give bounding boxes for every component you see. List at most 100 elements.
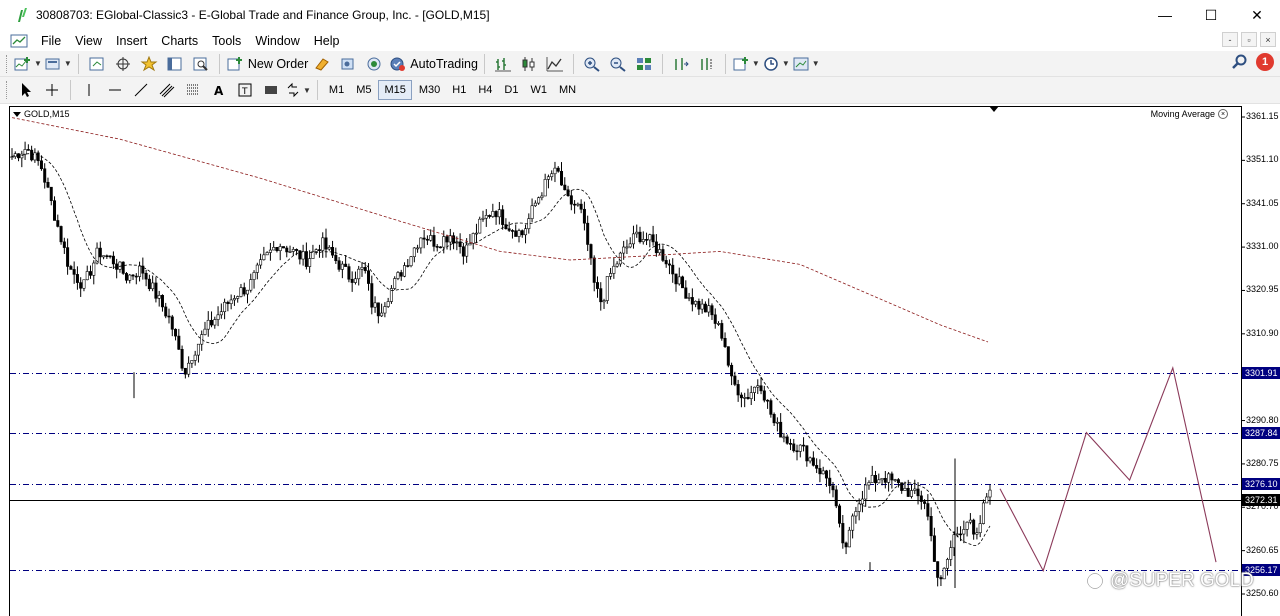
- menu-file[interactable]: File: [34, 34, 68, 48]
- mdi-minimize-button[interactable]: -: [1222, 32, 1238, 47]
- horizontal-line-icon[interactable]: [103, 79, 127, 101]
- zoom-in-icon[interactable]: [580, 53, 604, 75]
- text-icon[interactable]: A: [207, 79, 231, 101]
- close-button[interactable]: ✕: [1234, 0, 1280, 30]
- auto-scroll-icon[interactable]: [669, 53, 693, 75]
- price-tick-label: 3280.75: [1246, 457, 1279, 468]
- mdi-close-button[interactable]: ×: [1260, 32, 1276, 47]
- signals-icon[interactable]: [336, 53, 360, 75]
- line-studies-toolbar: A T ▼ M1 M5 M15 M30 H1 H4 D1 W1 MN: [0, 77, 1280, 104]
- timeframe-m15[interactable]: M15: [378, 80, 412, 100]
- periods-button[interactable]: ▼: [762, 53, 790, 75]
- watermark-logo-icon: [1086, 572, 1104, 590]
- level-price-tag: 3301.91: [1242, 366, 1280, 379]
- chevron-down-icon[interactable]: ▼: [303, 86, 311, 95]
- chart-window[interactable]: GOLD,M15 Moving Average × 3361.15 3351.10…: [0, 104, 1280, 616]
- minimize-button[interactable]: —: [1142, 0, 1188, 30]
- price-tick-label: 3351.10: [1246, 154, 1279, 165]
- trendline-icon[interactable]: [129, 79, 153, 101]
- autotrading-label: AutoTrading: [410, 56, 478, 71]
- chevron-down-icon[interactable]: ▼: [752, 59, 760, 68]
- new-order-button[interactable]: New Order: [226, 53, 308, 75]
- price-tick-label: 3260.65: [1246, 544, 1279, 555]
- level-price-tag: 3287.84: [1242, 427, 1280, 440]
- zoom-out-icon[interactable]: [606, 53, 630, 75]
- market-watch-button[interactable]: [85, 53, 109, 75]
- toolbar-grip[interactable]: [6, 54, 9, 73]
- timeframe-mn[interactable]: MN: [554, 80, 581, 100]
- vertical-line-icon[interactable]: [77, 79, 101, 101]
- menu-insert[interactable]: Insert: [109, 34, 154, 48]
- chevron-down-icon[interactable]: ▼: [782, 59, 790, 68]
- equidistant-channel-icon[interactable]: [155, 79, 179, 101]
- timeframe-w1[interactable]: W1: [525, 80, 552, 100]
- chart-window-icon[interactable]: [10, 33, 28, 49]
- crosshair-icon[interactable]: [40, 79, 64, 101]
- price-tick-label: 3331.00: [1246, 241, 1279, 252]
- toolbar-separator: [70, 80, 71, 100]
- toolbar-grip[interactable]: [6, 81, 9, 99]
- chevron-down-icon[interactable]: ▼: [34, 59, 42, 68]
- rectangle-shape-icon[interactable]: [259, 79, 283, 101]
- menu-window[interactable]: Window: [248, 34, 306, 48]
- notification-badge[interactable]: 1: [1256, 53, 1274, 71]
- bar-chart-icon[interactable]: [491, 53, 515, 75]
- navigator-star-icon[interactable]: [137, 53, 161, 75]
- timeframe-h4[interactable]: H4: [473, 80, 497, 100]
- maximize-button[interactable]: ☐: [1188, 0, 1234, 30]
- chart-symbol-label: GOLD,M15: [24, 109, 70, 119]
- market-radar-icon[interactable]: [362, 53, 386, 75]
- fibonacci-retracement-icon[interactable]: [181, 79, 205, 101]
- toolbar-separator: [316, 80, 318, 100]
- window-title: 30808703: EGlobal-Classic3 - E-Global Tr…: [36, 8, 490, 22]
- metatrader-logo-icon: [18, 8, 27, 22]
- toolbar-separator: [572, 53, 574, 74]
- chart-border: [9, 106, 1242, 616]
- toolbar-separator: [218, 53, 220, 74]
- menu-charts[interactable]: Charts: [154, 34, 205, 48]
- timeframe-d1[interactable]: D1: [499, 80, 523, 100]
- metaeditor-icon[interactable]: [310, 53, 334, 75]
- timeframe-m1[interactable]: M1: [324, 80, 349, 100]
- current-price-tag: 3272.31: [1242, 494, 1280, 507]
- svg-text:T: T: [241, 87, 248, 97]
- autotrading-button[interactable]: AutoTrading: [388, 53, 478, 75]
- indicator-label: Moving Average ×: [1151, 109, 1228, 119]
- strategy-tester-icon[interactable]: [189, 53, 213, 75]
- indicator-close-icon[interactable]: ×: [1218, 109, 1228, 119]
- chevron-down-icon[interactable]: ▼: [812, 59, 820, 68]
- menu-view[interactable]: View: [68, 34, 109, 48]
- text-label-icon[interactable]: T: [233, 79, 257, 101]
- cursor-arrow-icon[interactable]: [14, 79, 38, 101]
- indicators-button[interactable]: ▼: [732, 53, 760, 75]
- chevron-down-icon[interactable]: ▼: [64, 59, 72, 68]
- timeframe-m5[interactable]: M5: [351, 80, 376, 100]
- menu-tools[interactable]: Tools: [205, 34, 248, 48]
- tile-windows-icon[interactable]: [632, 53, 656, 75]
- price-tick-label: 3320.95: [1246, 284, 1279, 295]
- toolbar-separator: [483, 53, 485, 74]
- terminal-button[interactable]: [163, 53, 187, 75]
- timeframe-m30[interactable]: M30: [414, 80, 445, 100]
- timeframe-h1[interactable]: H1: [447, 80, 471, 100]
- arrows-shapes-icon[interactable]: ▼: [285, 79, 311, 101]
- chart-shift-icon[interactable]: [695, 53, 719, 75]
- price-tick-label: 3310.90: [1246, 327, 1279, 338]
- candlestick-icon[interactable]: [517, 53, 541, 75]
- price-tick-label: 3361.15: [1246, 111, 1279, 121]
- chart-shift-marker-icon[interactable]: [989, 106, 999, 112]
- toolbar-separator: [661, 53, 663, 74]
- chart-menu-arrow-icon[interactable]: [13, 112, 21, 117]
- mdi-restore-button[interactable]: ▫: [1241, 32, 1257, 47]
- menu-help[interactable]: Help: [307, 34, 347, 48]
- indicator-name: Moving Average: [1150, 109, 1215, 119]
- profiles-button[interactable]: ▼: [44, 53, 72, 75]
- toolbar-separator: [724, 53, 726, 74]
- search-icon[interactable]: [1232, 54, 1248, 70]
- crosshair-navigator-icon[interactable]: [111, 53, 135, 75]
- watermark: @SUPER GOLD: [1086, 570, 1254, 592]
- templates-button[interactable]: ▼: [792, 53, 820, 75]
- new-chart-button[interactable]: ▼: [14, 53, 42, 75]
- line-chart-icon[interactable]: [543, 53, 567, 75]
- price-tick-label: 3290.80: [1246, 414, 1279, 425]
